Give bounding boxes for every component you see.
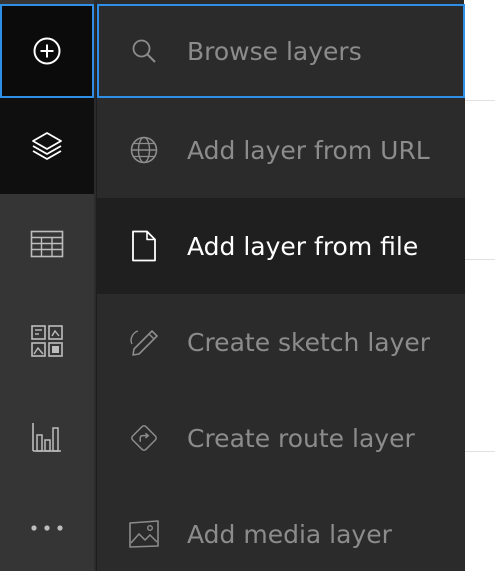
table-icon bbox=[30, 230, 64, 258]
more-button[interactable] bbox=[0, 485, 94, 571]
menu-item-add-media-layer[interactable]: Add media layer bbox=[97, 486, 465, 571]
image-icon bbox=[128, 518, 160, 550]
table-button[interactable] bbox=[0, 196, 94, 292]
add-layer-menu: Browse layers Add layer from URL Add lay… bbox=[96, 4, 465, 571]
menu-item-label: Create route layer bbox=[187, 423, 415, 453]
menu-item-label: Add layer from file bbox=[187, 231, 419, 261]
chart-button[interactable] bbox=[0, 389, 94, 485]
menu-item-add-layer-from-url[interactable]: Add layer from URL bbox=[97, 102, 465, 198]
divider bbox=[464, 100, 495, 101]
more-icon bbox=[31, 525, 63, 531]
menu-item-add-layer-from-file[interactable]: Add layer from file bbox=[97, 198, 465, 294]
map-canvas[interactable] bbox=[464, 0, 495, 571]
plus-circle-icon bbox=[33, 37, 61, 65]
route-icon bbox=[128, 422, 160, 454]
menu-item-label: Browse layers bbox=[187, 36, 362, 66]
menu-item-label: Add layer from URL bbox=[187, 135, 430, 165]
bar-chart-icon bbox=[32, 423, 61, 452]
layers-icon bbox=[32, 132, 62, 160]
divider bbox=[464, 451, 495, 452]
add-button[interactable] bbox=[0, 4, 94, 98]
side-toolbar bbox=[0, 0, 94, 571]
menu-item-create-route-layer[interactable]: Create route layer bbox=[97, 390, 465, 486]
widgets-icon bbox=[31, 325, 63, 357]
divider bbox=[464, 259, 495, 260]
map-viewer: Browse layers Add layer from URL Add lay… bbox=[0, 0, 495, 571]
menu-item-create-sketch-layer[interactable]: Create sketch layer bbox=[97, 294, 465, 390]
globe-icon bbox=[128, 134, 160, 166]
menu-item-label: Create sketch layer bbox=[187, 327, 431, 357]
search-icon bbox=[128, 35, 160, 67]
pencil-icon bbox=[128, 326, 160, 358]
menu-item-label: Add media layer bbox=[187, 519, 392, 549]
menu-item-browse-layers[interactable]: Browse layers bbox=[97, 4, 465, 98]
widgets-button[interactable] bbox=[0, 293, 94, 389]
file-icon bbox=[128, 230, 160, 262]
layers-button[interactable] bbox=[0, 98, 94, 194]
